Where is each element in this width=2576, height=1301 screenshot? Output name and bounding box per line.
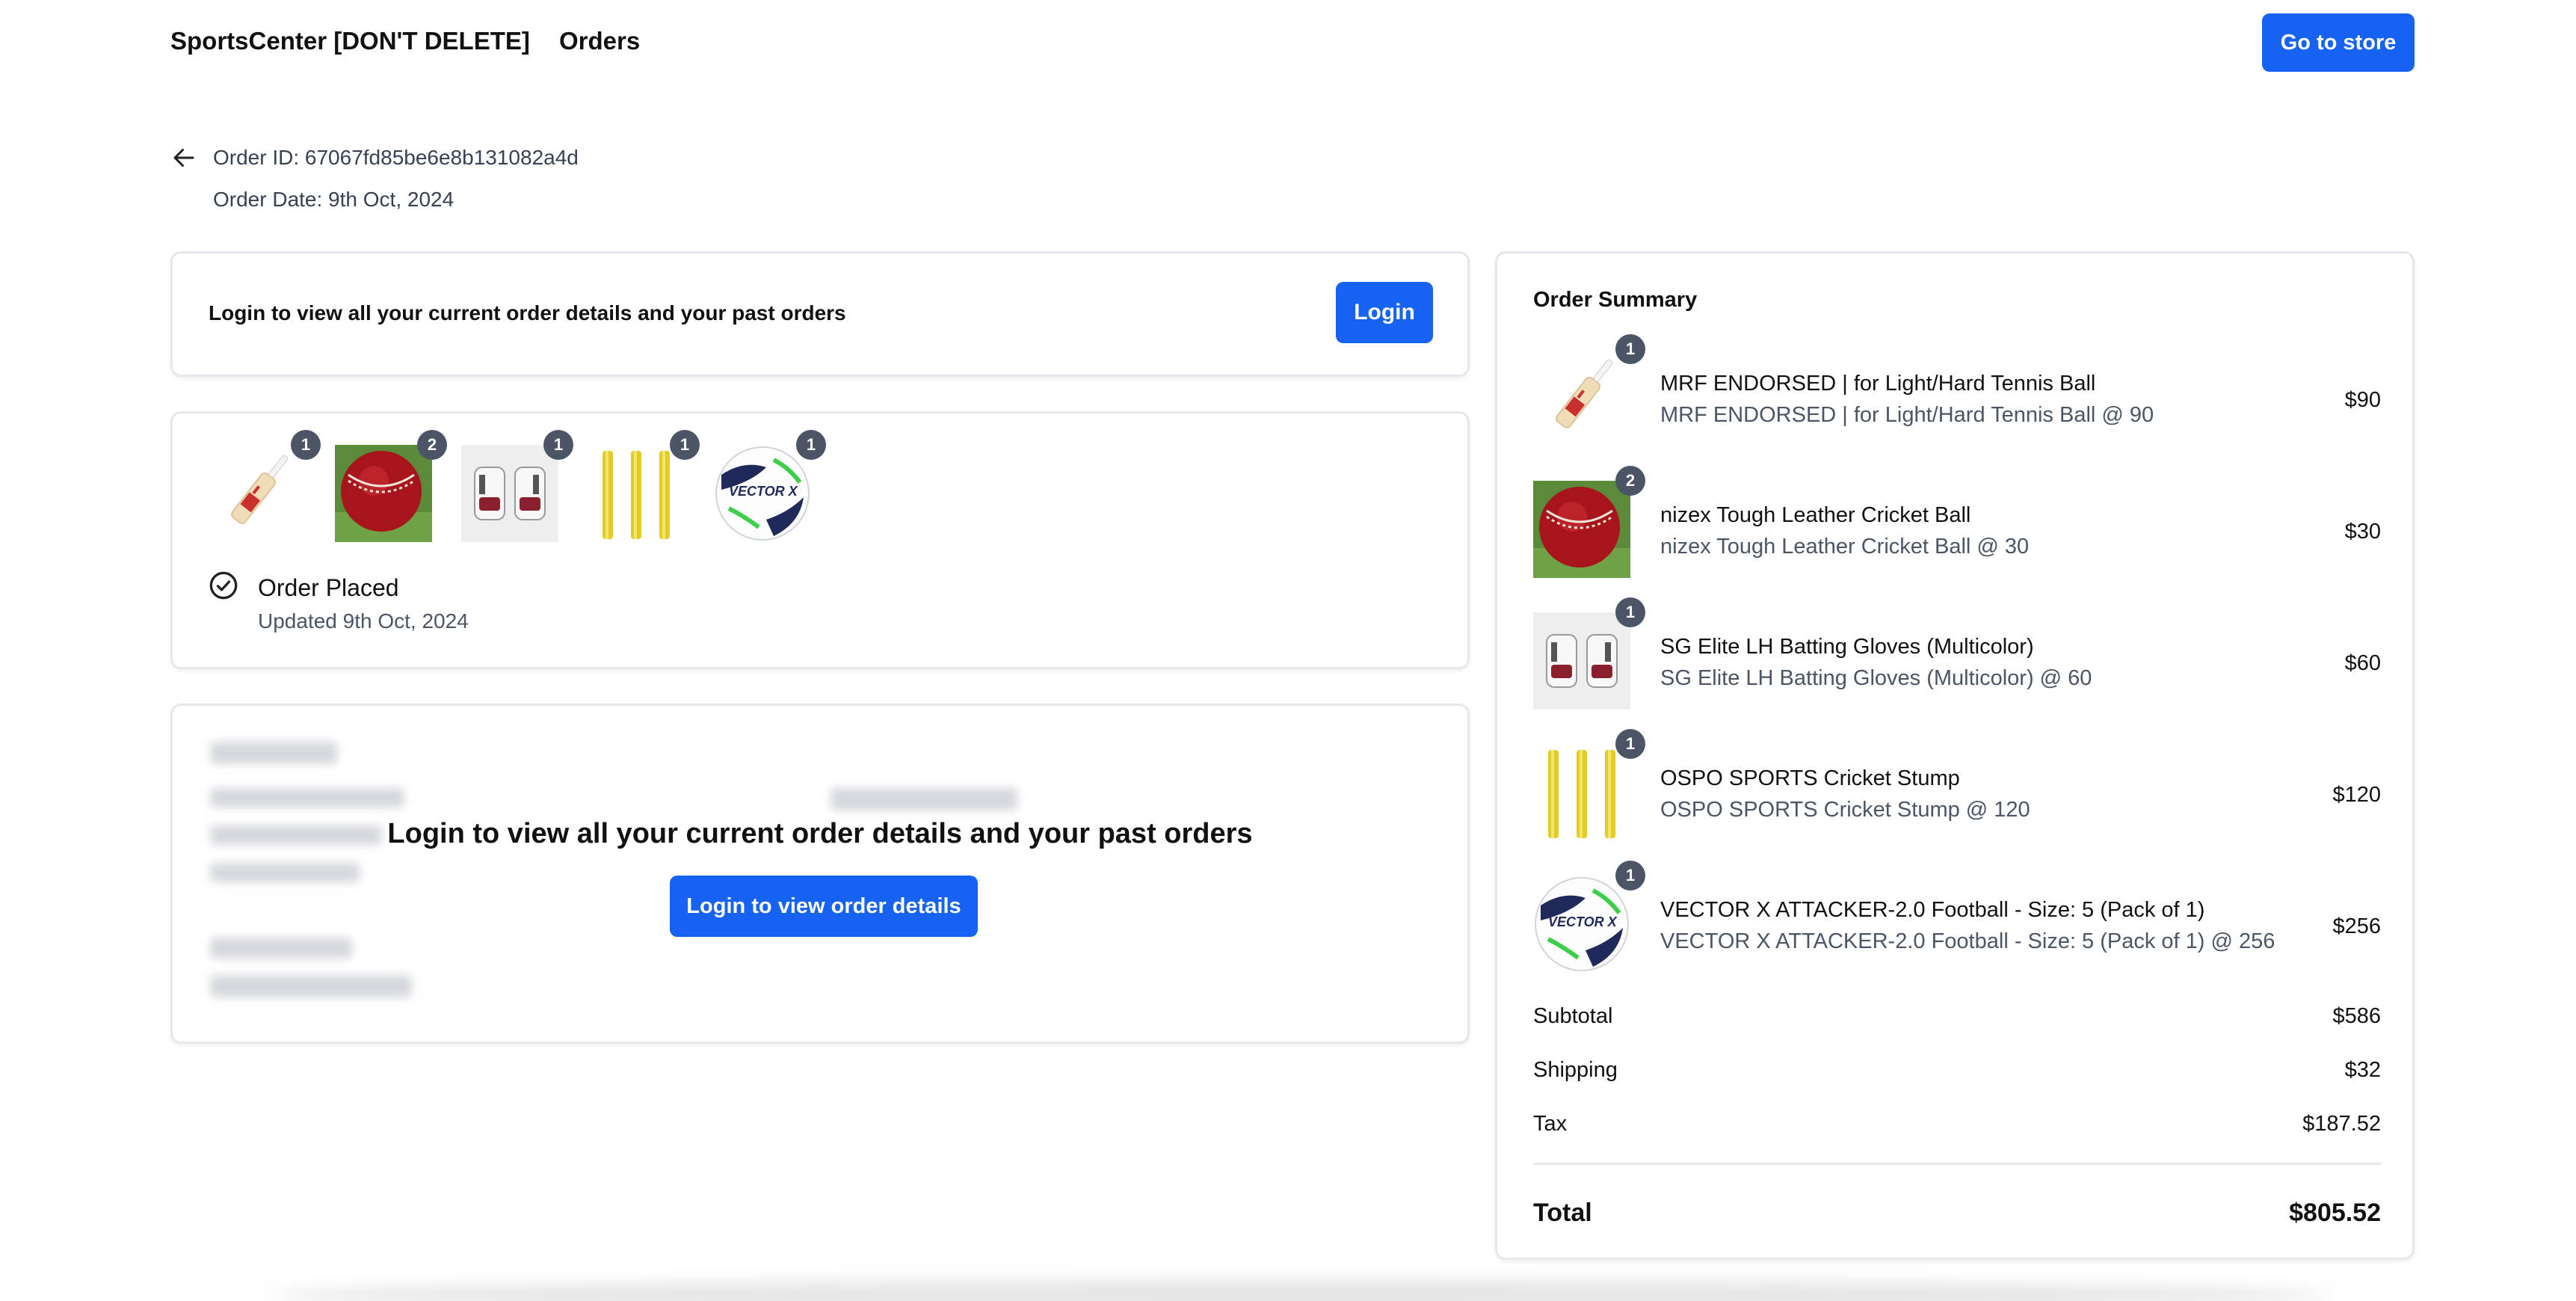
nav-orders-link[interactable]: Orders [559,27,640,55]
summary-item-price: $60 [2344,651,2381,675]
qty-badge: 1 [796,430,826,460]
blurred-placeholder [210,788,404,808]
tax-row: Tax $187.52 [1533,1112,2381,1137]
item-thumb-bat: 1 [209,430,321,542]
summary-item-thumb: 1 [1533,729,1645,841]
cricket-ball-icon [335,445,432,542]
cricket-stump-icon [1533,744,1630,841]
item-thumb-stump: 1 [588,430,700,542]
summary-item: 1 MRF ENDORSED | for Light/Hard Tennis B… [1533,334,2381,446]
order-items-card: 1 2 1 1 1 Order Placed Updated 9th Oct, … [170,411,1470,669]
summary-item-name: nizex Tough Leather Cricket Ball [1660,503,1971,527]
total-value: $805.52 [2289,1199,2381,1227]
qty-badge: 1 [1615,597,1645,627]
cricket-stump-icon [588,445,685,542]
batting-gloves-icon [1533,612,1630,710]
order-date: Order Date: 9th Oct, 2024 [213,188,455,211]
shipping-value: $32 [2344,1058,2381,1082]
order-status-updated: Updated 9th Oct, 2024 [258,609,469,633]
blurred-placeholder [210,742,337,764]
cricket-bat-icon [209,445,306,542]
order-status-title: Order Placed [258,574,399,601]
summary-divider [1533,1163,2381,1165]
qty-badge: 1 [543,430,573,460]
summary-item-detail: VECTOR X ATTACKER-2.0 Football - Size: 5… [1660,929,2275,953]
top-header: SportsCenter [DON'T DELETE] Orders Go to… [0,0,2576,82]
qty-badge: 1 [291,430,321,460]
summary-item: 1 OSPO SPORTS Cricket Stump OSPO SPORTS … [1533,729,2381,841]
summary-item: 1 VECTOR X ATTACKER-2.0 Football - Size:… [1533,861,2381,973]
tax-value: $187.52 [2302,1112,2381,1136]
summary-item-thumb: 1 [1533,861,1645,973]
blurred-placeholder [831,788,1017,811]
back-arrow-icon[interactable] [170,144,197,171]
order-summary-title: Order Summary [1533,288,1698,312]
summary-item-detail: OSPO SPORTS Cricket Stump @ 120 [1660,798,2030,822]
bottom-shadow [269,1280,2332,1301]
qty-badge: 1 [1615,334,1645,364]
summary-item-name: OSPO SPORTS Cricket Stump [1660,766,1960,790]
subtotal-row: Subtotal $586 [1533,1004,2381,1029]
locked-details-message: Login to view all your current order det… [387,818,1253,849]
tax-label: Tax [1533,1112,1568,1136]
check-circle-icon [209,571,238,600]
summary-item: 1 SG Elite LH Batting Gloves (Multicolor… [1533,597,2381,710]
qty-badge: 1 [1615,861,1645,891]
login-prompt-message: Login to view all your current order det… [209,301,846,325]
blurred-placeholder [210,975,412,997]
subtotal-label: Subtotal [1533,1004,1613,1028]
summary-item-thumb: 1 [1533,597,1645,710]
summary-item-name: MRF ENDORSED | for Light/Hard Tennis Bal… [1660,372,2096,396]
cricket-bat-icon [1533,349,1630,446]
shipping-row: Shipping $32 [1533,1058,2381,1083]
login-button[interactable]: Login [1336,282,1433,343]
summary-item: 2 nizex Tough Leather Cricket Ball nizex… [1533,466,2381,578]
football-icon [1533,876,1630,973]
summary-item-price: $120 [2332,783,2381,807]
summary-item-price: $256 [2332,914,2381,938]
qty-badge: 1 [1615,729,1645,759]
cricket-ball-icon [1533,481,1630,578]
blurred-placeholder [210,863,360,882]
shipping-label: Shipping [1533,1058,1618,1082]
summary-item-name: VECTOR X ATTACKER-2.0 Football - Size: 5… [1660,898,2205,922]
summary-item-price: $30 [2344,520,2381,544]
blurred-placeholder [210,938,352,959]
qty-badge: 2 [417,430,447,460]
football-icon [714,445,811,542]
item-thumb-ball: 2 [335,430,447,542]
item-thumb-gloves: 1 [461,430,573,542]
summary-item-detail: SG Elite LH Batting Gloves (Multicolor) … [1660,666,2092,690]
item-thumb-football: 1 [714,430,826,542]
summary-item-detail: nizex Tough Leather Cricket Ball @ 30 [1660,535,2030,559]
order-summary-card: Order Summary 1 MRF ENDORSED | for Light… [1495,251,2415,1260]
summary-item-price: $90 [2344,388,2381,412]
summary-item-thumb: 2 [1533,466,1645,578]
qty-badge: 2 [1615,466,1645,496]
order-id: Order ID: 67067fd85be6e8b131082a4d [213,146,579,169]
login-prompt-card: Login to view all your current order det… [170,251,1470,377]
login-to-view-details-button[interactable]: Login to view order details [670,876,978,937]
summary-item-name: SG Elite LH Batting Gloves (Multicolor) [1660,635,2034,659]
summary-item-thumb: 1 [1533,334,1645,446]
batting-gloves-icon [461,445,558,542]
subtotal-value: $586 [2332,1004,2381,1028]
locked-details-card: Login to view all your current order det… [170,704,1470,1044]
total-row: Total $805.52 [1533,1199,2381,1228]
summary-item-detail: MRF ENDORSED | for Light/Hard Tennis Bal… [1660,403,2154,427]
brand-name[interactable]: SportsCenter [DON'T DELETE] [170,27,530,55]
qty-badge: 1 [670,430,700,460]
go-to-store-button[interactable]: Go to store [2262,13,2415,72]
total-label: Total [1533,1199,1592,1227]
